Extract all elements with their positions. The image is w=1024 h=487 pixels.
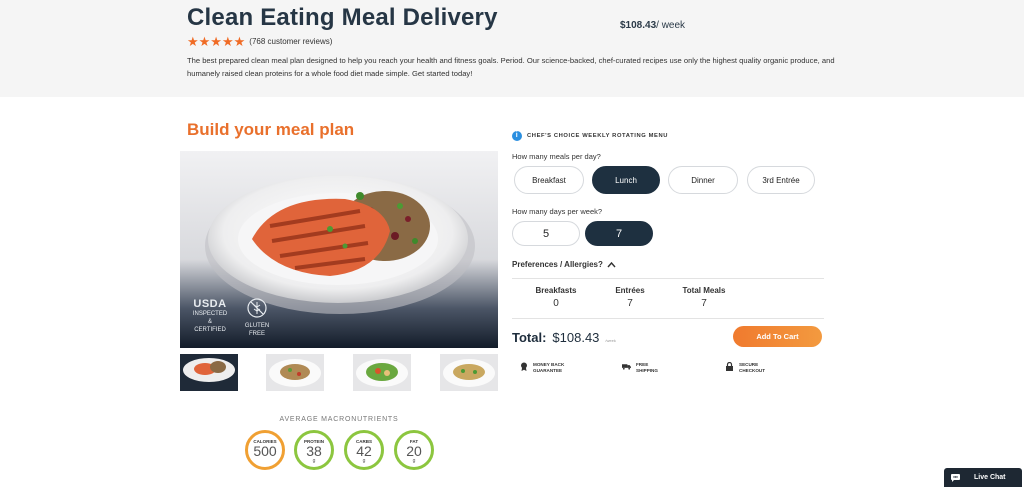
page-title: Clean Eating Meal Delivery	[187, 4, 498, 31]
total-label: Total:	[512, 330, 547, 345]
guarantee-line2: GUARANTEE	[533, 367, 563, 373]
thumbnail-strip	[180, 354, 498, 391]
live-chat-label: Live Chat	[974, 474, 1006, 481]
macros-title: AVERAGE MACRONUTRIENTS	[279, 416, 399, 423]
macro-value: 20	[406, 443, 422, 459]
preferences-toggle[interactable]: Preferences / Allergies?	[512, 260, 616, 269]
medal-icon	[519, 362, 528, 371]
guarantee-free-shipping: FREE SHIPPING	[622, 362, 658, 373]
thumbnail-1[interactable]	[180, 354, 238, 391]
description: The best prepared clean meal plan design…	[187, 56, 835, 78]
macro-fat: FAT 20 g	[394, 430, 434, 470]
hero-header: Clean Eating Meal Delivery $108.43/ week…	[0, 0, 1024, 97]
macro-value: 38	[306, 443, 322, 459]
info-icon[interactable]: i	[512, 131, 522, 141]
preferences-label: Preferences / Allergies?	[512, 260, 603, 269]
days-question: How many days per week?	[512, 207, 603, 216]
guarantee-secure-checkout: SECURE CHECKOUT	[725, 362, 765, 373]
days-option-5[interactable]: 5	[512, 221, 580, 246]
summary-label: Total Meals	[682, 286, 726, 295]
order-total: Total: $108.43 /week	[512, 330, 616, 345]
macro-unit: g	[412, 458, 416, 464]
meal-option-breakfast[interactable]: Breakfast	[514, 166, 584, 194]
usda-text: USDA	[193, 298, 227, 310]
build-plan-title: Build your meal plan	[187, 120, 355, 139]
meals-question: How many meals per day?	[512, 152, 601, 161]
thumbnail-stirfry-image	[353, 354, 411, 391]
macro-unit: g	[362, 458, 366, 464]
total-period: /week	[605, 338, 616, 343]
macro-value: 500	[253, 443, 277, 459]
gluten-free-icon	[247, 298, 267, 318]
truck-icon	[622, 362, 631, 371]
guarantee-line2: SHIPPING	[636, 367, 658, 373]
usda-line2: & CERTIFIED	[194, 319, 226, 333]
thumbnail-chicken-image	[266, 354, 324, 391]
macro-unit: g	[312, 458, 316, 464]
usda-badge: USDA INSPECTED & CERTIFIED	[192, 298, 228, 334]
macro-calories: CALORIES 500	[245, 430, 285, 470]
macro-protein: PROTEIN 38 g	[294, 430, 334, 470]
thumbnail-2[interactable]	[266, 354, 324, 391]
live-chat-button[interactable]: Live Chat	[944, 468, 1022, 487]
summary-total-meals: Total Meals 7	[669, 286, 739, 309]
chat-bubble-icon	[951, 473, 960, 482]
thumbnail-grain-bowl-image	[440, 354, 498, 391]
meal-option-lunch[interactable]: Lunch	[592, 166, 660, 194]
price-value: $108.43	[620, 20, 657, 31]
macro-value: 42	[356, 443, 372, 459]
summary-entrees: Entrées 7	[595, 286, 665, 309]
gluten-line1: GLUTEN	[244, 323, 270, 329]
weekly-price: $108.43/ week	[620, 20, 685, 31]
thumbnail-salmon-image	[180, 354, 238, 391]
guarantee-money-back: MONEY BACK GUARANTEE	[519, 362, 564, 373]
price-suffix: / week	[656, 20, 686, 31]
thumbnail-4[interactable]	[440, 354, 498, 391]
macro-carbs: CARBS 42 g	[344, 430, 384, 470]
meal-option-dinner[interactable]: Dinner	[668, 166, 738, 194]
summary-value: 7	[701, 298, 707, 309]
usda-line1: INSPECTED	[192, 311, 228, 317]
chef-choice-text: CHEF'S CHOICE WEEKLY ROTATING MENU	[527, 133, 669, 139]
meal-image: USDA INSPECTED & CERTIFIED GLUTEN FREE	[180, 151, 498, 348]
lock-icon	[725, 362, 734, 371]
thumbnail-3[interactable]	[353, 354, 411, 391]
add-to-cart-button[interactable]: Add To Cart	[733, 326, 822, 347]
summary-breakfasts: Breakfasts 0	[521, 286, 591, 309]
summary-value: 0	[553, 298, 559, 309]
chef-choice-label: i CHEF'S CHOICE WEEKLY ROTATING MENU	[512, 131, 668, 141]
guarantee-line2: CHECKOUT	[739, 367, 766, 373]
divider	[512, 318, 824, 319]
days-option-7[interactable]: 7	[585, 221, 653, 246]
summary-label: Entrées	[615, 286, 645, 295]
review-count[interactable]: (768 customer reviews)	[249, 37, 332, 46]
meal-option-3rd-entree[interactable]: 3rd Entrée	[747, 166, 815, 194]
gluten-free-badge: GLUTEN FREE	[242, 297, 272, 338]
summary-value: 7	[627, 298, 633, 309]
chevron-up-icon	[607, 261, 616, 268]
total-value: $108.43	[552, 330, 600, 345]
summary-label: Breakfasts	[535, 286, 577, 295]
rating-stars: ★★★★★	[187, 34, 246, 49]
divider	[512, 278, 824, 279]
gluten-line2: FREE	[248, 331, 265, 337]
guarantee-line1: MONEY BACK	[533, 362, 565, 367]
rating[interactable]: ★★★★★ (768 customer reviews)	[187, 35, 332, 48]
